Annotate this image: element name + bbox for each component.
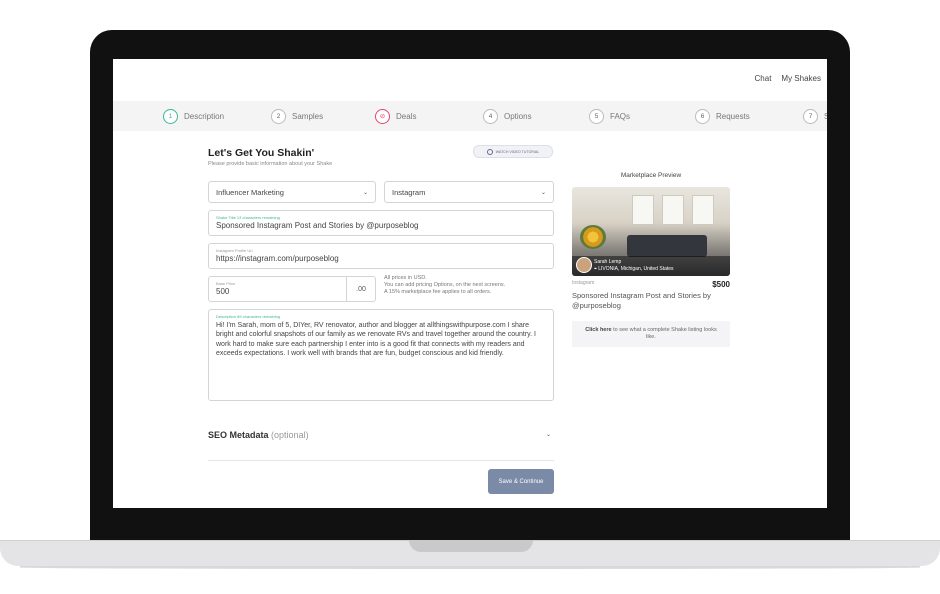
divider	[208, 460, 554, 461]
step-label: Deals	[396, 111, 417, 121]
window-shape	[632, 195, 654, 225]
step-number: 4	[483, 108, 498, 124]
watch-video-label: WATCH VIDEO TUTORIAL	[495, 149, 540, 154]
step-number: 7	[803, 108, 818, 124]
description-textarea[interactable]: Description 89 characters remaining Hi! …	[208, 309, 554, 401]
price-note-line: A 15% marketplace fee applies to all ord…	[384, 289, 492, 296]
flowers-shape	[580, 225, 606, 249]
price-note: All prices in USD. You can add pricing O…	[384, 275, 554, 296]
step-description[interactable]: 1 Description	[163, 101, 224, 131]
seller-name: Sarah Lemp	[594, 259, 622, 265]
step-number: 6	[695, 108, 710, 124]
profile-url-label: Instagram Profile Url	[216, 248, 253, 253]
shake-form: Let's Get You Shakin' Please provide bas…	[208, 145, 554, 494]
laptop-shadow	[20, 566, 920, 569]
description-label: Description 89 characters remaining	[216, 314, 281, 319]
preview-listing-title: Sponsored Instagram Post and Stories by …	[572, 291, 711, 310]
app-screen: Chat My Shakes 1 Description 2 Samples ⊘…	[113, 59, 827, 508]
profile-url-field[interactable]: Instagram Profile Url https://instagram.…	[208, 243, 554, 269]
preview-meta: Instagram $500	[572, 280, 730, 289]
step-options[interactable]: 4 Options	[483, 101, 532, 131]
base-price-field[interactable]: Base Price 500 .00	[208, 276, 376, 302]
my-shakes-link[interactable]: My Shakes	[781, 74, 821, 83]
play-icon	[486, 148, 493, 155]
shake-title-value: Sponsored Instagram Post and Stories by …	[216, 221, 419, 230]
preview-cta: Click here to see what a complete Shake …	[572, 320, 730, 348]
step-label: Description	[184, 111, 225, 121]
wizard-steps: 1 Description 2 Samples ⊘ Deals 4 Option…	[113, 101, 827, 131]
step-label: Samples	[292, 111, 324, 121]
step-number: 1	[163, 108, 178, 124]
cta-text: to see what a complete Shake listing loo…	[613, 326, 717, 340]
step-requests[interactable]: 6 Requests	[695, 101, 750, 131]
seller-location-text: LIVONIA, Michigan, United States	[598, 266, 674, 272]
preview-image[interactable]: Sarah Lemp ⌖ LIVONIA, Michigan, United S…	[572, 187, 730, 276]
chevron-down-icon: ⌄	[540, 190, 546, 196]
top-nav: Chat My Shakes	[755, 74, 821, 83]
step-faqs[interactable]: 5 FAQs	[589, 101, 630, 131]
category-value: Influencer Marketing	[216, 187, 284, 197]
step-label: Requests	[716, 111, 750, 121]
profile-url-value: https://instagram.com/purposeblog	[216, 254, 339, 263]
step-label: Options	[504, 111, 532, 121]
seller-location: ⌖ LIVONIA, Michigan, United States	[594, 266, 674, 272]
watch-video-button[interactable]: WATCH VIDEO TUTORIAL	[473, 145, 553, 158]
step-samples[interactable]: 2 Samples	[271, 101, 323, 131]
seo-title: SEO Metadata	[208, 430, 269, 440]
shake-title-field[interactable]: Shake Title 13 characters remaining Spon…	[208, 210, 554, 236]
seo-metadata-toggle[interactable]: SEO Metadata (optional)	[208, 430, 309, 440]
platform-value: Instagram	[392, 187, 426, 197]
marketplace-preview: Marketplace Preview Sarah Lemp ⌖ LIVONIA…	[572, 172, 730, 348]
price-note-line: You can add pricing Options, on the next…	[384, 282, 506, 289]
window-shape	[692, 195, 714, 225]
chevron-down-icon: ⌄	[362, 190, 368, 196]
step-seven[interactable]: 7 S	[803, 101, 827, 131]
shake-title-label: Shake Title 13 characters remaining	[216, 215, 280, 220]
seo-optional: (optional)	[271, 430, 309, 440]
platform-select[interactable]: Instagram ⌄	[384, 181, 554, 203]
deals-icon: ⊘	[375, 108, 390, 124]
avatar	[576, 257, 592, 273]
step-label: FAQs	[610, 111, 631, 121]
form-subtitle: Please provide basic information about y…	[208, 161, 333, 167]
description-value: Hi! I'm Sarah, mom of 5, DIYer, RV renov…	[216, 322, 536, 358]
laptop-notch	[409, 540, 533, 552]
step-number: 2	[271, 108, 286, 124]
window-shape	[662, 195, 684, 225]
price-cents: .00	[346, 277, 375, 301]
step-label: S	[824, 111, 827, 121]
sofa-shape	[627, 235, 707, 257]
chevron-down-icon[interactable]: ⌄	[546, 431, 551, 438]
save-continue-button[interactable]: Save & Continue	[488, 469, 554, 494]
price-note-line: All prices in USD.	[384, 275, 427, 281]
step-deals[interactable]: ⊘ Deals	[375, 101, 416, 131]
chat-link[interactable]: Chat	[755, 74, 772, 83]
click-here-link[interactable]: Click here	[585, 327, 611, 333]
category-select[interactable]: Influencer Marketing ⌄	[208, 181, 376, 203]
preview-price: $500	[712, 280, 730, 289]
preview-title: Marketplace Preview	[620, 172, 682, 179]
step-number: 5	[589, 108, 604, 124]
preview-category: Instagram	[572, 280, 595, 286]
